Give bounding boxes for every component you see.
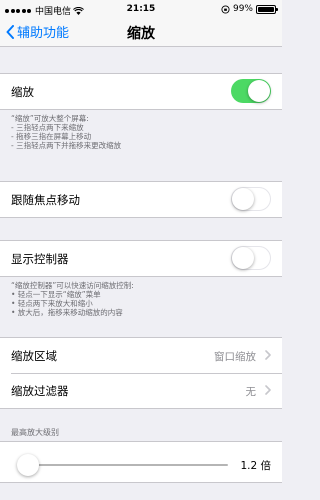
max-zoom-group: 1.2 倍 bbox=[0, 441, 282, 483]
zoom-footnote-line: - 三指轻点两下来缩放 bbox=[11, 123, 84, 132]
controller-footnote-line: “缩放控制器”可以快速访问缩放控制: bbox=[11, 281, 134, 290]
orientation-lock-icon bbox=[221, 4, 230, 14]
controller-footnote-line: • 轻点两下来放大和缩小 bbox=[11, 299, 93, 308]
show-controller-switch[interactable] bbox=[231, 246, 271, 270]
zoom-footnote-line: - 拖移三指在屏幕上移动 bbox=[11, 132, 92, 141]
follow-focus-switch[interactable] bbox=[231, 187, 271, 211]
zoom-region-row[interactable]: 缩放区域 窗口缩放 bbox=[0, 338, 282, 373]
zoom-footnote-line: “缩放”可放大整个屏幕: bbox=[11, 114, 89, 123]
zoom-label: 缩放 bbox=[11, 85, 34, 99]
show-controller-row: 显示控制器 bbox=[0, 241, 282, 276]
zoom-region-value: 窗口缩放 bbox=[214, 351, 256, 363]
chevron-right-icon bbox=[265, 350, 271, 360]
max-zoom-slider[interactable] bbox=[17, 454, 228, 476]
controller-footnote-line: • 放大后，拖移来移动缩放的内容 bbox=[11, 308, 123, 317]
zoom-filter-label: 缩放过滤器 bbox=[11, 384, 69, 398]
follow-focus-group: 跟随焦点移动 bbox=[0, 181, 282, 218]
show-controller-group: 显示控制器 bbox=[0, 240, 282, 277]
controller-footnote: “缩放控制器”可以快速访问缩放控制: • 轻点一下显示“缩放”菜单 • 轻点两下… bbox=[11, 281, 271, 317]
zoom-settings-group: 缩放区域 窗口缩放 缩放过滤器 无 bbox=[0, 337, 282, 409]
follow-focus-label: 跟随焦点移动 bbox=[11, 193, 80, 207]
battery-icon bbox=[256, 4, 278, 14]
zoom-region-label: 缩放区域 bbox=[11, 349, 57, 363]
zoom-footnote: “缩放”可放大整个屏幕: - 三指轻点两下来缩放 - 拖移三指在屏幕上移动 - … bbox=[11, 114, 271, 150]
page-title: 缩放 bbox=[127, 26, 155, 42]
zoom-group: 缩放 bbox=[0, 73, 282, 110]
max-zoom-header: 最高放大级别 bbox=[11, 428, 59, 437]
battery-percent: 99% bbox=[232, 4, 253, 14]
slider-thumb[interactable] bbox=[17, 454, 39, 476]
zoom-filter-row[interactable]: 缩放过滤器 无 bbox=[0, 373, 282, 408]
zoom-switch[interactable] bbox=[231, 79, 271, 103]
chevron-right-icon bbox=[265, 385, 271, 395]
zoom-footnote-line: - 三指轻点两下并拖移来更改缩放 bbox=[11, 141, 122, 150]
zoom-row: 缩放 bbox=[0, 74, 282, 109]
show-controller-label: 显示控制器 bbox=[11, 252, 69, 266]
follow-focus-row: 跟随焦点移动 bbox=[0, 182, 282, 217]
zoom-filter-value: 无 bbox=[245, 386, 257, 398]
status-right: 99% bbox=[221, 4, 278, 14]
status-bar: 中国电信 21:15 99% bbox=[0, 0, 282, 18]
max-zoom-value: 1.2 倍 bbox=[240, 460, 271, 472]
nav-bar: 辅助功能 缩放 bbox=[0, 18, 282, 47]
controller-footnote-line: • 轻点一下显示“缩放”菜单 bbox=[11, 290, 101, 299]
